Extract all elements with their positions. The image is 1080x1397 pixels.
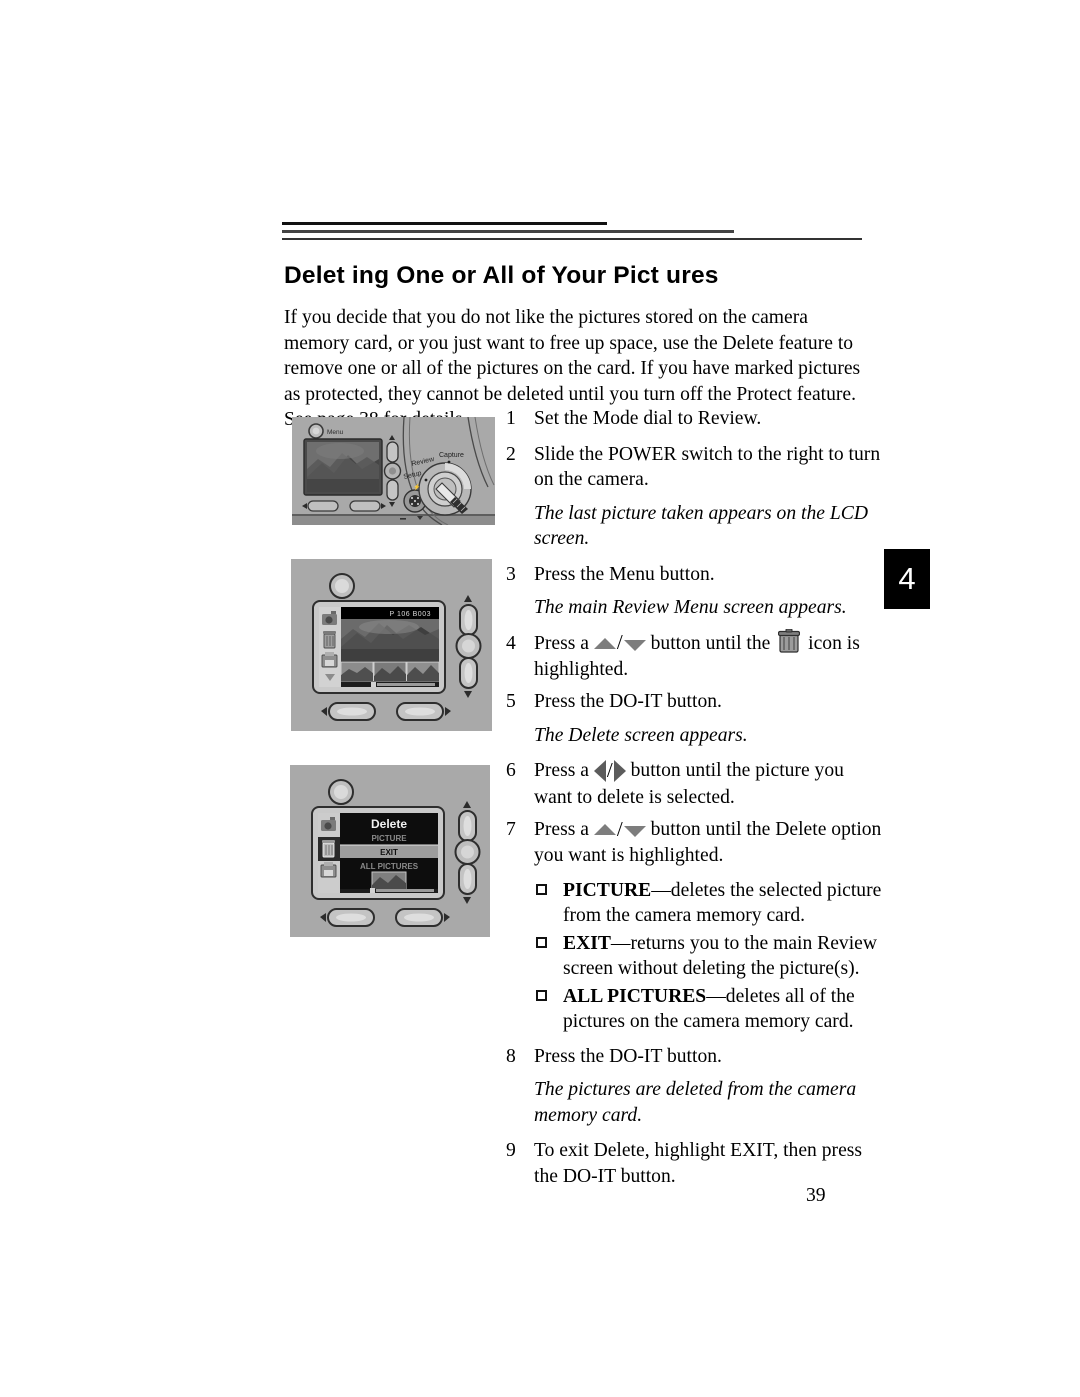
delete-screen-title: Delete xyxy=(371,817,407,831)
step-9: 9 To exit Delete, highlight EXIT, then p… xyxy=(506,1138,886,1189)
checkbox-icon xyxy=(536,883,547,895)
step-2-number: 2 xyxy=(506,443,516,465)
step-9-text: To exit Delete, highlight EXIT, then pre… xyxy=(534,1140,863,1187)
slash-separator: / xyxy=(616,816,623,841)
delete-option-all-pictures: ALL PICTURES xyxy=(360,862,419,871)
step-8-note: The pictures are deleted from the camera… xyxy=(534,1079,857,1126)
checkbox-icon xyxy=(536,989,547,1001)
trash-can-icon xyxy=(778,628,801,653)
figure-camera-mode-dial: Menu Capture Review Setup ⚡ xyxy=(292,417,495,525)
chapter-tab: 4 xyxy=(884,549,930,609)
header-rule-3 xyxy=(282,238,862,240)
up-arrow-icon xyxy=(593,637,616,649)
option-picture: PICTURE—deletes the selected picture fro… xyxy=(534,878,886,929)
checkbox-icon xyxy=(536,936,547,948)
option-exit-name: EXIT xyxy=(563,932,611,954)
step-6-number: 6 xyxy=(506,760,516,782)
right-arrow-icon xyxy=(613,759,626,782)
step-8-number: 8 xyxy=(506,1045,516,1067)
step-4-prefix: Press a xyxy=(534,632,589,654)
step-1-text: Set the Mode dial to Review. xyxy=(534,408,762,429)
option-picture-name: PICTURE xyxy=(563,879,652,901)
steps-list: 1 Set the Mode dial to Review. 2 Slide t… xyxy=(506,406,886,1189)
step-6: 6 Press a / button until the picture you… xyxy=(506,758,886,810)
step-3-note: The main Review Menu screen appears. xyxy=(534,597,847,618)
up-arrow-icon xyxy=(593,824,616,835)
page-number: 39 xyxy=(806,1185,826,1206)
step-7-prefix: Press a xyxy=(534,819,589,840)
option-exit: EXIT—returns you to the main Review scre… xyxy=(534,931,886,982)
header-rules xyxy=(282,222,862,240)
step-6-prefix: Press a xyxy=(534,760,589,782)
left-arrow-icon xyxy=(593,759,606,782)
step-2: 2 Slide the POWER switch to the right to… xyxy=(506,442,886,493)
step-5-note: The Delete screen appears. xyxy=(534,724,748,746)
slash-separator: / xyxy=(606,758,613,782)
step-4-number: 4 xyxy=(506,632,516,654)
figure-review-menu-screen: P 106 B003 xyxy=(291,559,492,731)
step-5: 5 Press the DO-IT button. xyxy=(506,689,886,715)
delete-options-list: PICTURE—deletes the selected picture fro… xyxy=(506,878,886,1035)
slash-separator: / xyxy=(616,630,623,655)
step-7: 7 Press a / button until the Delete opti… xyxy=(506,817,886,869)
option-exit-desc: —returns you to the main Review screen w… xyxy=(563,932,878,980)
lcd-status-text: P 106 B003 xyxy=(390,611,431,618)
down-arrow-icon xyxy=(623,826,646,837)
step-1: 1 Set the Mode dial to Review. xyxy=(506,406,886,432)
down-arrow-icon xyxy=(623,639,646,651)
figure-delete-screen: Delete PICTURE EXIT ALL PICTURES xyxy=(290,765,490,937)
manual-page: Delet ing One or All of Your Pict ures I… xyxy=(0,0,1080,1397)
step-4-middle: button until the xyxy=(650,632,771,654)
step-9-number: 9 xyxy=(506,1140,516,1162)
page-title: Delet ing One or All of Your Pict ures xyxy=(284,262,719,289)
header-rule-2 xyxy=(282,230,734,233)
svg-text:Menu: Menu xyxy=(327,429,344,436)
step-8: 8 Press the DO-IT button. xyxy=(506,1044,886,1070)
step-3-text: Press the Menu button. xyxy=(534,563,715,585)
step-4: 4 Press a / button until the icon is hig… xyxy=(506,628,886,683)
header-rule-1 xyxy=(282,222,607,225)
svg-text:Capture: Capture xyxy=(439,452,464,459)
step-3-number: 3 xyxy=(506,563,516,585)
delete-option-exit: EXIT xyxy=(380,848,398,857)
step-3: 3 Press the Menu button. xyxy=(506,562,886,588)
svg-text:⚡: ⚡ xyxy=(413,483,420,491)
step-8-text: Press the DO-IT button. xyxy=(534,1045,722,1067)
step-2-text: Slide the POWER switch to the right to t… xyxy=(534,443,881,491)
step-2-note: The last picture taken appears on the LC… xyxy=(534,502,868,550)
step-5-number: 5 xyxy=(506,691,516,713)
step-5-text: Press the DO-IT button. xyxy=(534,691,722,713)
option-all-pictures: ALL PICTURES—deletes all of the pictures… xyxy=(534,984,886,1035)
option-all-pictures-name: ALL PICTURES xyxy=(563,985,707,1007)
delete-option-picture: PICTURE xyxy=(371,834,407,843)
step-1-number: 1 xyxy=(506,408,516,429)
step-7-number: 7 xyxy=(506,819,516,840)
